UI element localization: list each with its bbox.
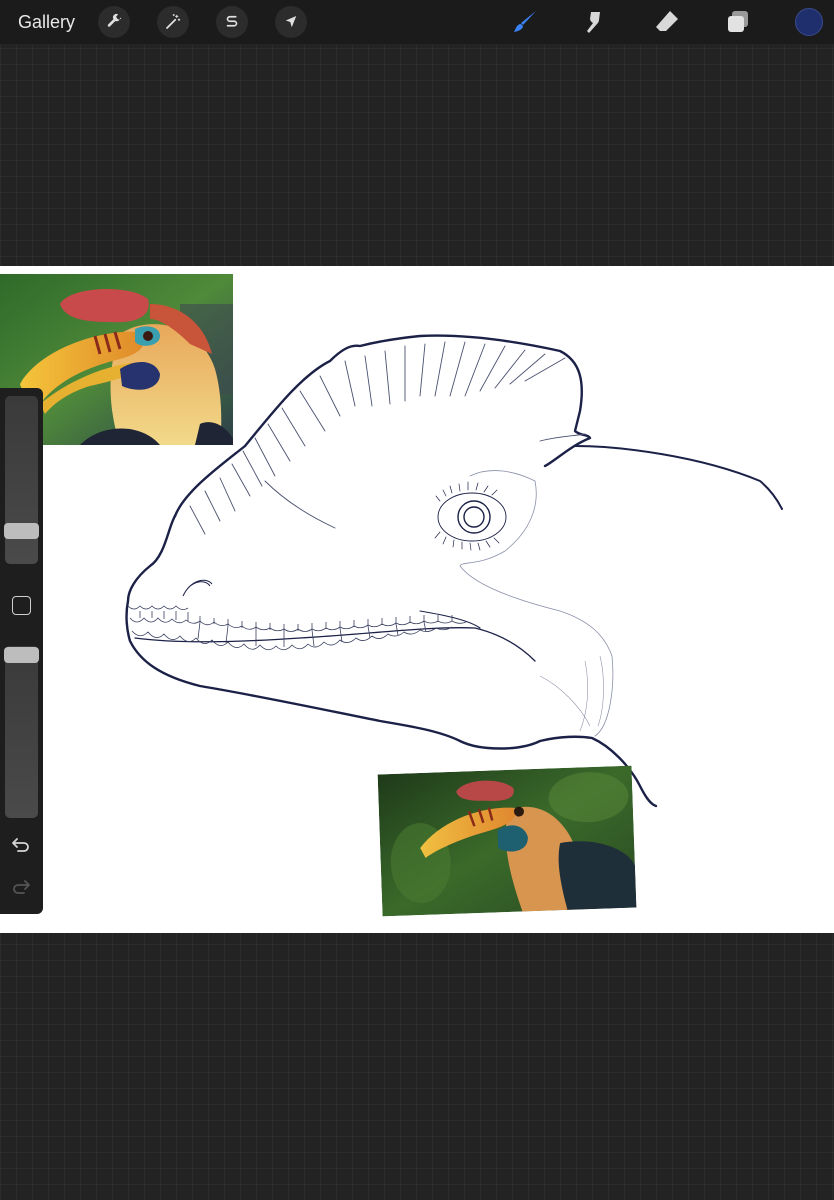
redo-icon[interactable] (10, 876, 32, 898)
top-toolbar: Gallery (0, 0, 834, 44)
drawing-canvas[interactable] (0, 266, 834, 933)
wrench-icon[interactable] (98, 6, 130, 38)
undo-icon[interactable] (10, 834, 32, 856)
selection-s-icon[interactable] (216, 6, 248, 38)
opacity-thumb[interactable] (4, 647, 39, 663)
opacity-slider[interactable] (5, 646, 38, 818)
gallery-button[interactable]: Gallery (18, 12, 75, 32)
layers-icon[interactable] (723, 7, 753, 37)
brush-icon[interactable] (510, 7, 540, 37)
eraser-icon[interactable] (652, 7, 682, 37)
sidebar (0, 388, 43, 914)
smudge-icon[interactable] (581, 7, 611, 37)
reference-photo-2[interactable] (377, 765, 637, 917)
square-modify-icon[interactable] (12, 596, 31, 615)
arrow-cursor-icon[interactable] (275, 6, 307, 38)
magic-wand-icon[interactable] (157, 6, 189, 38)
brush-size-thumb[interactable] (4, 523, 39, 539)
color-swatch[interactable] (795, 8, 823, 36)
